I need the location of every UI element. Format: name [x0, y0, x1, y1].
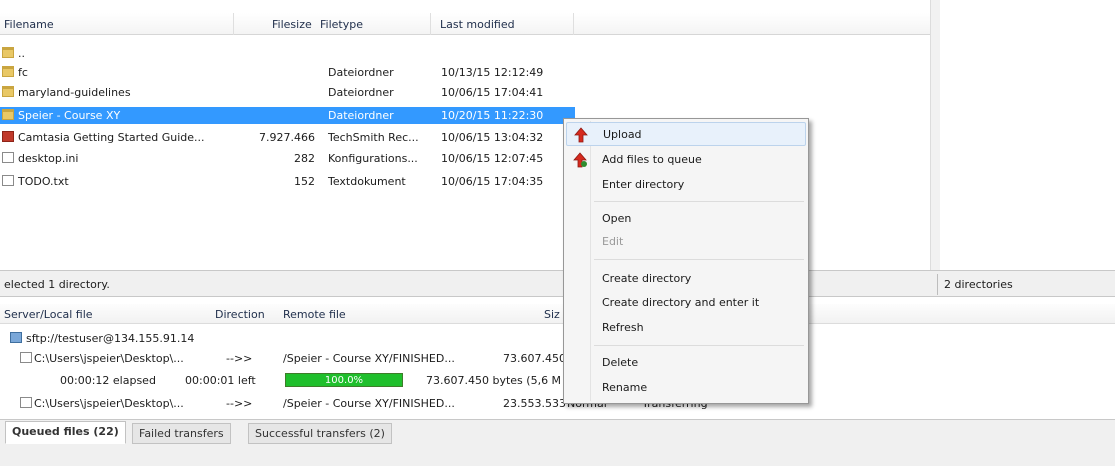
settings-file-icon — [2, 152, 14, 163]
column-remote-file[interactable]: Remote file — [283, 308, 346, 321]
menu-item-open[interactable]: Open — [566, 207, 806, 231]
local-status-bar: elected 1 directory. 2 directories — [0, 270, 1115, 297]
file-row-todo-txt[interactable]: TODO.txt 152 Textdokument 10/06/15 17:04… — [0, 173, 575, 190]
file-list-header: Filename Filesize Filetype Last modified — [0, 13, 930, 35]
queue-server-row[interactable]: sftp://testuser@134.155.91.14 — [0, 330, 1115, 347]
menu-separator — [594, 345, 804, 346]
tab-successful-transfers[interactable]: Successful transfers (2) — [248, 423, 392, 444]
column-size[interactable]: Siz — [544, 308, 560, 321]
menu-item-create-directory[interactable]: Create directory — [566, 267, 806, 291]
queue-row[interactable]: C:\Users\jspeier\Desktop\... -->> /Speie… — [0, 395, 1115, 412]
column-direction[interactable]: Direction — [215, 308, 265, 321]
file-row-desktop-ini[interactable]: desktop.ini 282 Konfigurations... 10/06/… — [0, 150, 575, 167]
context-menu: Upload Add files to queue Enter director… — [563, 118, 809, 404]
menu-item-refresh[interactable]: Refresh — [566, 316, 806, 340]
column-filesize[interactable]: Filesize — [272, 18, 312, 31]
queue-row[interactable]: C:\Users\jspeier\Desktop\... -->> /Speie… — [0, 350, 1115, 367]
menu-item-enter-directory[interactable]: Enter directory — [566, 173, 806, 197]
folder-icon — [2, 86, 14, 97]
queue-tabs: Queued files (22) Failed transfers Succe… — [0, 419, 1115, 466]
folder-icon — [2, 47, 14, 58]
menu-item-add-to-queue[interactable]: Add files to queue — [566, 148, 806, 172]
menu-item-edit: Edit — [602, 235, 624, 248]
transfer-progress-bar: 100.0% — [285, 373, 403, 387]
status-selection-text: elected 1 directory. — [4, 278, 110, 291]
column-server-local-file[interactable]: Server/Local file — [4, 308, 93, 321]
tab-queued-files[interactable]: Queued files (22) — [5, 421, 126, 444]
file-icon — [20, 397, 32, 408]
column-filetype[interactable]: Filetype — [320, 18, 363, 31]
menu-item-create-directory-and-enter[interactable]: Create directory and enter it — [566, 291, 806, 315]
column-last-modified[interactable]: Last modified — [440, 18, 515, 31]
folder-icon — [2, 109, 14, 120]
file-row-speier-course-xy[interactable]: Speier - Course XY Dateiordner 10/20/15 … — [0, 107, 575, 124]
time-left: 00:00:01 left — [185, 374, 256, 387]
tab-failed-transfers[interactable]: Failed transfers — [132, 423, 231, 444]
file-row-camtasia-guide[interactable]: Camtasia Getting Started Guide... 7.927.… — [0, 129, 575, 146]
menu-item-rename[interactable]: Rename — [566, 376, 806, 400]
add-to-queue-icon — [573, 152, 587, 168]
menu-separator — [594, 259, 804, 260]
camtasia-file-icon — [2, 131, 14, 142]
folder-icon — [2, 66, 14, 77]
queue-progress-row: 00:00:12 elapsed 00:00:01 left 100.0% 73… — [0, 372, 1115, 389]
remote-pane-edge — [941, 0, 1115, 270]
elapsed-time: 00:00:12 elapsed — [60, 374, 156, 387]
upload-arrow-icon — [574, 127, 588, 143]
file-row-maryland-guidelines[interactable]: maryland-guidelines Dateiordner 10/06/15… — [0, 84, 575, 101]
status-remote-text: 2 directories — [944, 278, 1013, 291]
server-icon — [10, 332, 22, 343]
column-filename[interactable]: Filename — [4, 18, 54, 31]
file-row-parent[interactable]: .. — [0, 45, 575, 62]
menu-separator — [594, 201, 804, 202]
queue-header: Server/Local file Direction Remote file … — [0, 304, 1115, 324]
menu-item-delete[interactable]: Delete — [566, 351, 806, 375]
file-icon — [20, 352, 32, 363]
menu-item-upload[interactable]: Upload — [566, 122, 806, 146]
text-file-icon — [2, 175, 14, 186]
transferred-bytes: 73.607.450 bytes (5,6 M — [426, 374, 562, 387]
file-row-fc[interactable]: fc Dateiordner 10/13/15 12:12:49 — [0, 64, 575, 81]
file-list-scrollbar[interactable] — [930, 0, 940, 270]
